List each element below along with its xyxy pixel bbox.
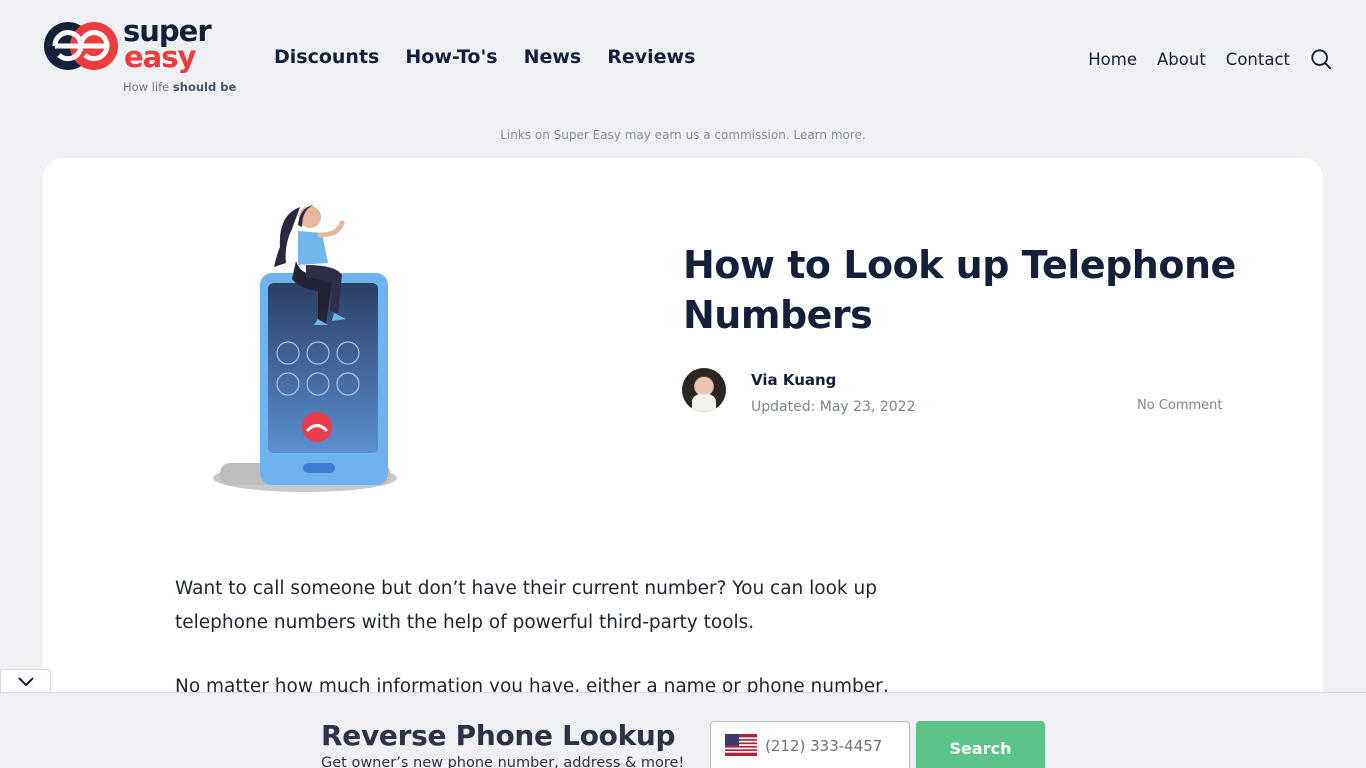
phone-field[interactable]: [710, 721, 910, 768]
search-icon[interactable]: [1310, 48, 1332, 70]
updated-date: Updated: May 23, 2022: [751, 399, 916, 415]
logo-mark-icon: [44, 22, 118, 70]
site-logo[interactable]: super easy How life should be: [43, 14, 236, 98]
phone-call-illustration: [213, 205, 397, 492]
article-title: How to Look up Telephone Numbers: [683, 243, 1236, 337]
paragraph-1: Want to call someone but don’t have thei…: [175, 578, 877, 633]
nav-reviews[interactable]: Reviews: [607, 46, 695, 68]
lookup-search-button[interactable]: Search: [916, 721, 1045, 768]
author-name[interactable]: Via Kuang: [751, 371, 836, 389]
lookup-title: Reverse Phone Lookup: [321, 719, 676, 752]
chevron-down-icon: [18, 677, 33, 686]
lookup-subtitle: Get owner’s new phone number, address & …: [321, 755, 685, 768]
nav-contact[interactable]: Contact: [1226, 50, 1290, 69]
nav-home[interactable]: Home: [1088, 50, 1137, 69]
logo-tagline: How life should be: [123, 80, 236, 94]
comment-count-link[interactable]: No Comment: [1137, 398, 1223, 413]
secondary-nav: Home About Contact: [1088, 48, 1332, 70]
tagline-bold: should be: [172, 80, 237, 94]
reverse-lookup-bar: Reverse Phone Lookup Get owner’s new pho…: [0, 692, 1366, 768]
article-body: Want to call someone but don’t have thei…: [175, 572, 915, 704]
us-flag-icon: [725, 734, 757, 756]
nav-news[interactable]: News: [524, 46, 582, 68]
nav-discounts[interactable]: Discounts: [274, 46, 379, 68]
author-avatar[interactable]: [682, 368, 726, 412]
affiliate-disclaimer[interactable]: Links on Super Easy may earn us a commis…: [0, 128, 1366, 142]
nav-how-tos[interactable]: How-To's: [405, 46, 497, 68]
phone-number-input[interactable]: [765, 737, 905, 755]
nav-about[interactable]: About: [1157, 50, 1206, 69]
collapse-bar-toggle[interactable]: [0, 669, 51, 693]
logo-word-easy: easy: [124, 40, 196, 74]
tagline-prefix: How life: [123, 80, 173, 94]
main-nav: Discounts How-To's News Reviews: [274, 46, 695, 68]
